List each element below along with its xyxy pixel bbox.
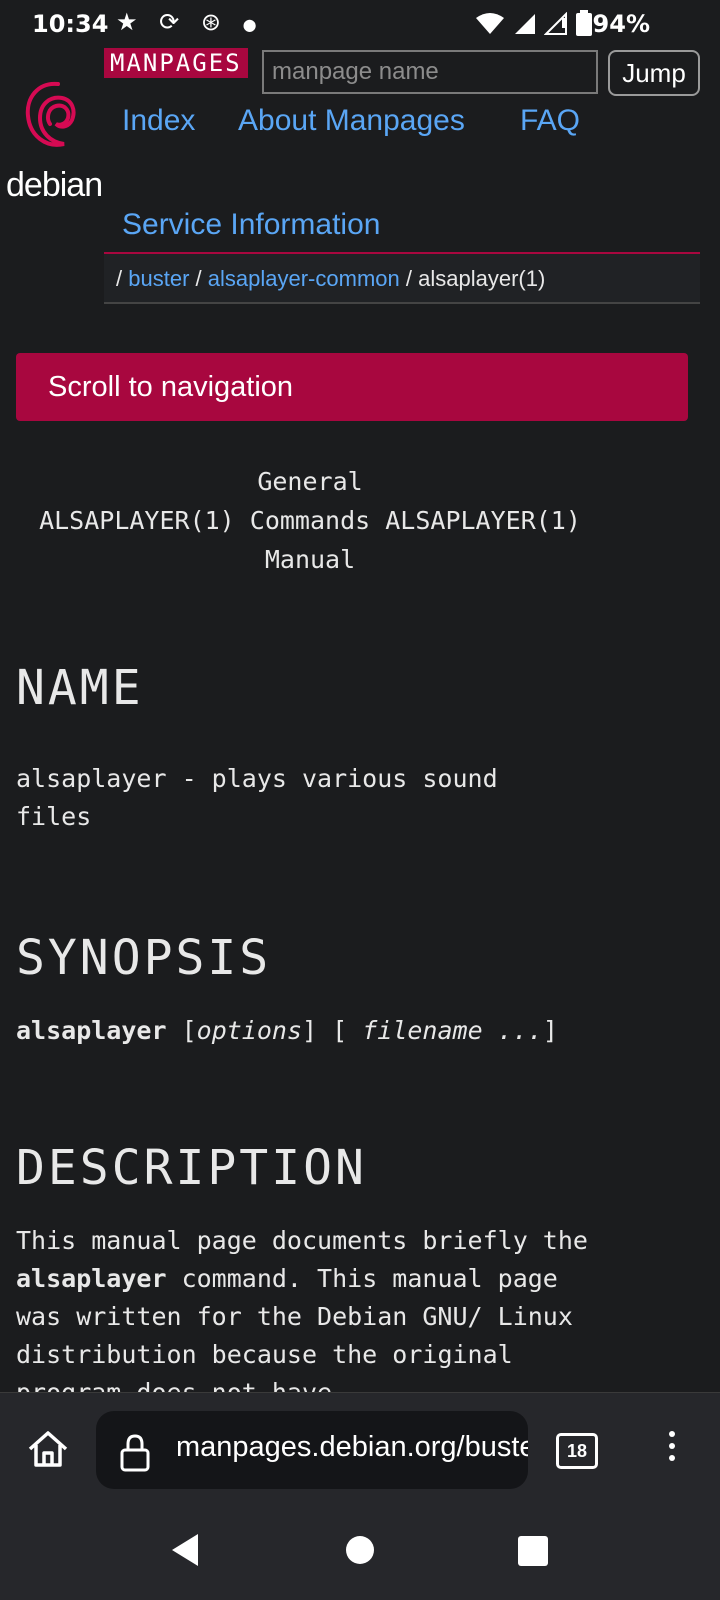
man-header-line: Manual: [264, 545, 356, 574]
nav-about-link[interactable]: About Manpages: [238, 104, 465, 138]
search-input[interactable]: [262, 50, 598, 94]
tabs-count-button[interactable]: 18: [556, 1433, 598, 1469]
nav-service-link[interactable]: Service Information: [122, 208, 380, 242]
breadcrumb-separator: /: [116, 266, 123, 291]
back-icon[interactable]: [170, 1532, 200, 1568]
overflow-menu-icon[interactable]: [664, 1427, 680, 1471]
star-icon: ★: [116, 8, 138, 36]
sync-icon: ⟳: [159, 8, 180, 36]
synopsis-command: alsaplayer: [16, 1016, 167, 1045]
description-command: alsaplayer: [16, 1264, 167, 1293]
breadcrumb-separator: /: [405, 266, 412, 291]
system-navigation-bar: [0, 1500, 720, 1600]
scroll-to-navigation-button[interactable]: Scroll to navigation: [16, 353, 688, 421]
address-bar[interactable]: manpages.debian.org/buster/alsaplayer-co…: [96, 1411, 528, 1489]
synopsis-section-title: SYNOPSIS: [16, 930, 272, 986]
lock-icon: [120, 1434, 150, 1472]
jump-button[interactable]: Jump: [608, 50, 700, 96]
battery-icon: [576, 10, 592, 36]
breadcrumb: / buster / alsaplayer-common / alsaplaye…: [104, 254, 700, 304]
debian-swirl-icon: [25, 81, 76, 147]
home-nav-icon[interactable]: [346, 1536, 374, 1564]
debian-logo[interactable]: debian: [6, 78, 103, 208]
manpages-tag: MANPAGES: [104, 48, 248, 78]
breadcrumb-current: alsaplayer(1): [418, 266, 546, 291]
man-header-line: General: [257, 467, 363, 496]
synopsis-filename: filename ...: [362, 1016, 543, 1045]
nav-faq-link[interactable]: FAQ: [520, 104, 580, 138]
browser-toolbar: manpages.debian.org/buster/alsaplayer-co…: [0, 1392, 720, 1501]
name-section-text: alsaplayer - plays various sound files: [16, 764, 498, 831]
status-time: 10:34: [32, 10, 109, 38]
breadcrumb-separator: /: [195, 266, 202, 291]
dot-icon: ●: [242, 15, 257, 34]
url-text: manpages.debian.org/buster/alsaplayer-co…: [176, 1431, 528, 1463]
synopsis-options: options: [196, 1016, 302, 1045]
recents-icon[interactable]: [518, 1536, 548, 1566]
name-section-title: NAME: [16, 660, 144, 716]
breadcrumb-buster-link[interactable]: buster: [128, 266, 189, 291]
battery-percent: 94%: [592, 10, 650, 38]
home-icon[interactable]: [26, 1427, 70, 1471]
status-bar: 10:34 ★ ⟳ ⊛ ● 94%: [0, 0, 720, 48]
nav-index-link[interactable]: Index: [122, 104, 195, 138]
wifi-icon: [476, 13, 505, 34]
man-header-line: ALSAPLAYER(1) Commands ALSAPLAYER(1): [39, 506, 581, 535]
signal-icon: [514, 14, 535, 34]
man-page-header: General ALSAPLAYER(1) Commands ALSAPLAYE…: [0, 462, 620, 579]
hotspot-icon: ⊛: [200, 8, 222, 36]
debian-wordmark: debian: [6, 166, 103, 204]
breadcrumb-package-link[interactable]: alsaplayer-common: [208, 266, 400, 291]
description-section-title: DESCRIPTION: [16, 1140, 367, 1196]
description-section-text: This manual page documents briefly the a…: [16, 1226, 588, 1407]
signal-alt-icon: [543, 11, 568, 35]
synopsis-section-text: alsaplayer [options] [ filename ...]: [16, 1016, 558, 1045]
